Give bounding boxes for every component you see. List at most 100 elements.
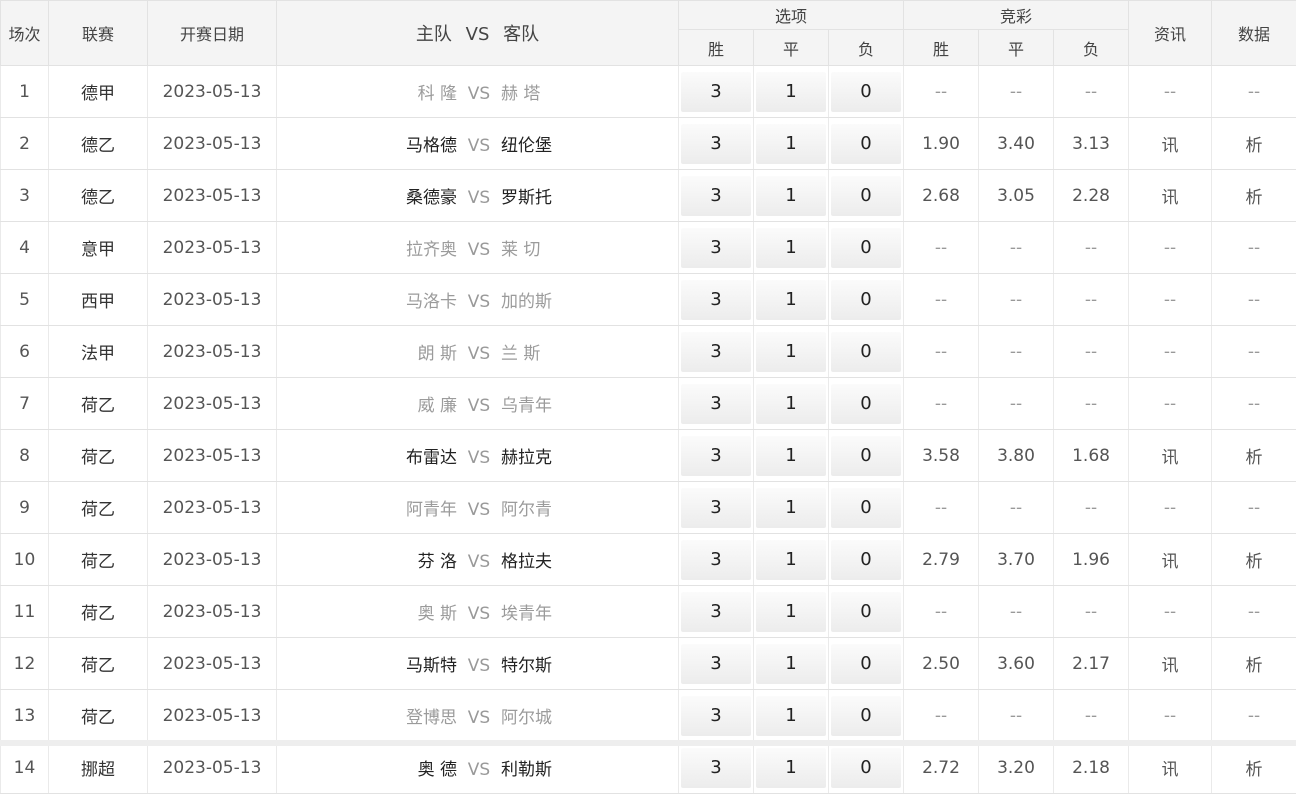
info-link[interactable]: -- xyxy=(1129,690,1212,742)
option-draw-button[interactable]: 1 xyxy=(756,176,826,216)
option-draw-button[interactable]: 1 xyxy=(756,540,826,580)
option-win-button[interactable]: 3 xyxy=(681,488,751,528)
option-win-button[interactable]: 3 xyxy=(681,228,751,268)
match-date: 2023-05-13 xyxy=(148,326,277,378)
option-draw-button[interactable]: 1 xyxy=(756,228,826,268)
option-win-button[interactable]: 3 xyxy=(681,696,751,736)
option-draw-button[interactable]: 1 xyxy=(756,592,826,632)
option-draw-button[interactable]: 1 xyxy=(756,748,826,788)
odds-win: 2.79 xyxy=(904,534,979,586)
option-win-button[interactable]: 3 xyxy=(681,280,751,320)
match-number: 8 xyxy=(1,430,49,482)
info-link[interactable]: -- xyxy=(1129,378,1212,430)
option-lose-button[interactable]: 0 xyxy=(831,332,901,372)
data-link[interactable]: 析 xyxy=(1212,742,1296,794)
option-win-button[interactable]: 3 xyxy=(681,644,751,684)
option-win-button[interactable]: 3 xyxy=(681,540,751,580)
option-lose-button[interactable]: 0 xyxy=(831,696,901,736)
option-lose-button[interactable]: 0 xyxy=(831,280,901,320)
option-win-button[interactable]: 3 xyxy=(681,436,751,476)
option-lose-button[interactable]: 0 xyxy=(831,540,901,580)
league-name: 德乙 xyxy=(49,170,148,222)
option-draw-button[interactable]: 1 xyxy=(756,72,826,112)
option-draw-button[interactable]: 1 xyxy=(756,644,826,684)
data-link[interactable]: -- xyxy=(1212,586,1296,638)
option-lose-button[interactable]: 0 xyxy=(831,748,901,788)
option-win-button[interactable]: 3 xyxy=(681,72,751,112)
option-draw-button[interactable]: 1 xyxy=(756,280,826,320)
info-link[interactable]: 讯 xyxy=(1129,170,1212,222)
info-link[interactable]: 讯 xyxy=(1129,534,1212,586)
vs-label: VS xyxy=(457,500,501,520)
option-win-button[interactable]: 3 xyxy=(681,332,751,372)
option-lose-button[interactable]: 0 xyxy=(831,72,901,112)
info-link[interactable]: -- xyxy=(1129,274,1212,326)
info-link[interactable]: -- xyxy=(1129,222,1212,274)
option-win-button[interactable]: 3 xyxy=(681,384,751,424)
option-lose-button[interactable]: 0 xyxy=(831,436,901,476)
data-link[interactable]: 析 xyxy=(1212,118,1296,170)
header-home: 主队 xyxy=(416,24,452,45)
option-win-button[interactable]: 3 xyxy=(681,748,751,788)
away-team: 赫拉克 xyxy=(501,443,681,468)
option-win-button[interactable]: 3 xyxy=(681,176,751,216)
odds-lose: 2.28 xyxy=(1054,170,1129,222)
option-lose-button[interactable]: 0 xyxy=(831,644,901,684)
data-link[interactable]: 析 xyxy=(1212,170,1296,222)
data-link[interactable]: -- xyxy=(1212,482,1296,534)
odds-lose: -- xyxy=(1054,378,1129,430)
odds-win: -- xyxy=(904,482,979,534)
info-link[interactable]: -- xyxy=(1129,326,1212,378)
option-win-button[interactable]: 3 xyxy=(681,124,751,164)
data-link[interactable]: -- xyxy=(1212,66,1296,118)
odds-lose: -- xyxy=(1054,690,1129,742)
option-lose-button[interactable]: 0 xyxy=(831,228,901,268)
option-lose-cell: 0 xyxy=(829,638,904,690)
match-number: 3 xyxy=(1,170,49,222)
info-link[interactable]: 讯 xyxy=(1129,638,1212,690)
option-lose-button[interactable]: 0 xyxy=(831,384,901,424)
info-link[interactable]: -- xyxy=(1129,66,1212,118)
data-link[interactable]: -- xyxy=(1212,274,1296,326)
match-number: 2 xyxy=(1,118,49,170)
data-link[interactable]: -- xyxy=(1212,378,1296,430)
info-link[interactable]: 讯 xyxy=(1129,118,1212,170)
data-link[interactable]: -- xyxy=(1212,222,1296,274)
option-draw-cell: 1 xyxy=(754,638,829,690)
option-lose-button[interactable]: 0 xyxy=(831,124,901,164)
info-link[interactable]: -- xyxy=(1129,586,1212,638)
option-draw-button[interactable]: 1 xyxy=(756,124,826,164)
home-team: 科 隆 xyxy=(277,79,457,104)
option-draw-button[interactable]: 1 xyxy=(756,384,826,424)
data-link[interactable]: 析 xyxy=(1212,534,1296,586)
option-win-cell: 3 xyxy=(679,326,754,378)
data-link[interactable]: 析 xyxy=(1212,430,1296,482)
info-link[interactable]: -- xyxy=(1129,482,1212,534)
match-date: 2023-05-13 xyxy=(148,430,277,482)
data-link[interactable]: -- xyxy=(1212,326,1296,378)
odds-lose: 2.17 xyxy=(1054,638,1129,690)
odds-win: -- xyxy=(904,690,979,742)
odds-draw: -- xyxy=(979,378,1054,430)
match-table: 场次 联赛 开赛日期 主队 VS 客队 选项 竞彩 资讯 数据 胜 平 负 胜 … xyxy=(0,0,1296,794)
option-lose-button[interactable]: 0 xyxy=(831,488,901,528)
data-link[interactable]: 析 xyxy=(1212,638,1296,690)
vs-label: VS xyxy=(457,344,501,364)
away-team: 阿尔城 xyxy=(501,703,681,728)
table-header: 场次 联赛 开赛日期 主队 VS 客队 选项 竞彩 资讯 数据 胜 平 负 胜 … xyxy=(1,1,1296,66)
odds-draw: 3.60 xyxy=(979,638,1054,690)
option-draw-button[interactable]: 1 xyxy=(756,436,826,476)
league-name: 荷乙 xyxy=(49,430,148,482)
info-link[interactable]: 讯 xyxy=(1129,742,1212,794)
match-date: 2023-05-13 xyxy=(148,534,277,586)
option-draw-button[interactable]: 1 xyxy=(756,488,826,528)
option-win-button[interactable]: 3 xyxy=(681,592,751,632)
option-lose-button[interactable]: 0 xyxy=(831,176,901,216)
odds-draw: -- xyxy=(979,222,1054,274)
option-draw-button[interactable]: 1 xyxy=(756,332,826,372)
info-link[interactable]: 讯 xyxy=(1129,430,1212,482)
option-lose-button[interactable]: 0 xyxy=(831,592,901,632)
match-number: 14 xyxy=(1,742,49,794)
option-draw-button[interactable]: 1 xyxy=(756,696,826,736)
data-link[interactable]: -- xyxy=(1212,690,1296,742)
